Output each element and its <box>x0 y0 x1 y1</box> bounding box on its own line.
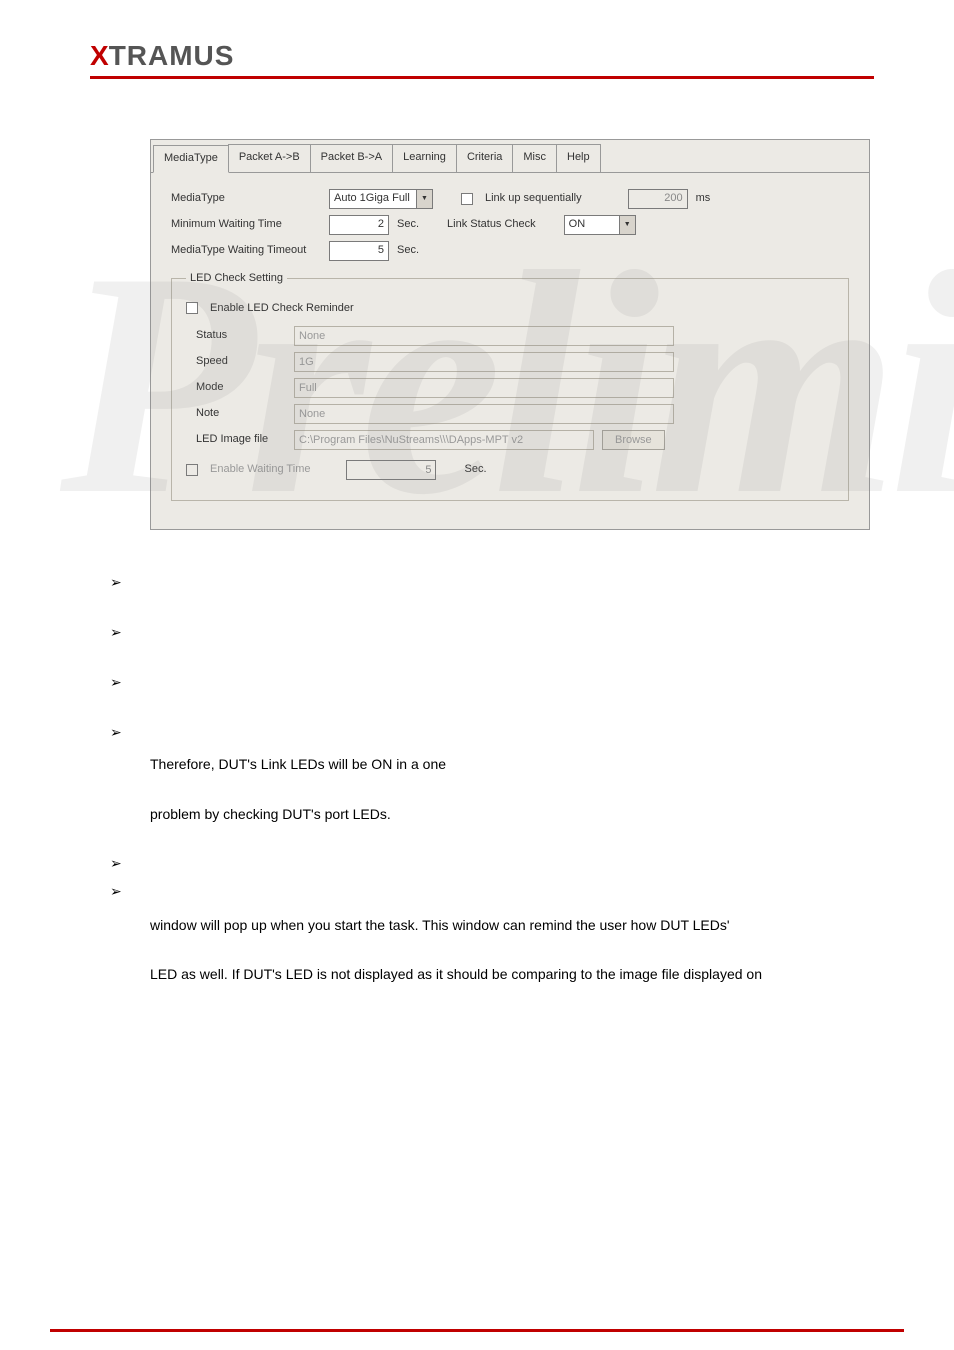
linkup-ms-input[interactable]: 200 <box>628 189 688 209</box>
enable-wait-input[interactable]: 5 <box>346 460 436 480</box>
bullet-icon: ➢ <box>110 570 122 595</box>
enable-led-checkbox[interactable] <box>186 302 198 314</box>
browse-button[interactable]: Browse <box>602 430 665 450</box>
mtwt-label: MediaType Waiting Timeout <box>171 241 321 261</box>
linkup-ms-unit: ms <box>696 189 711 209</box>
chevron-down-icon: ▼ <box>619 216 635 234</box>
mediatype-select[interactable]: Auto 1Giga Full ▼ <box>329 189 433 209</box>
tab-packet-ba[interactable]: Packet B->A <box>310 144 393 172</box>
led-check-group: LED Check Setting Enable LED Check Remin… <box>171 269 849 502</box>
minwait-unit: Sec. <box>397 215 419 235</box>
logo-x: X <box>90 40 109 71</box>
bullet-icon: ➢ <box>110 851 122 876</box>
para-4: LED as well. If DUT's LED is not display… <box>150 962 914 987</box>
status-input[interactable]: None <box>294 326 674 346</box>
bullet-icon: ➢ <box>110 620 122 645</box>
bullet-icon: ➢ <box>110 720 122 745</box>
linkup-label: Link up sequentially <box>485 189 582 209</box>
enable-wait-checkbox[interactable] <box>186 464 198 476</box>
tab-mediatype[interactable]: MediaType <box>153 145 229 173</box>
para-3: window will pop up when you start the ta… <box>150 913 914 938</box>
enable-led-label: Enable LED Check Reminder <box>210 299 354 319</box>
logo-rest: TRAMUS <box>109 40 235 71</box>
footer <box>50 1329 904 1332</box>
speed-input[interactable]: 1G <box>294 352 674 372</box>
mediatype-value: Auto 1Giga Full <box>334 189 416 209</box>
led-group-legend: LED Check Setting <box>186 269 287 289</box>
linkup-checkbox[interactable] <box>461 193 473 205</box>
bullet-icon: ➢ <box>110 879 122 904</box>
footer-rule <box>50 1329 904 1332</box>
bullet-1: ➢ <box>110 570 914 596</box>
bullet-4: ➢ <box>110 720 914 746</box>
mtwt-unit: Sec. <box>397 241 419 261</box>
chevron-down-icon: ▼ <box>416 190 432 208</box>
mediatype-dialog: MediaType Packet A->B Packet B->A Learni… <box>150 139 870 530</box>
mode-label: Mode <box>196 378 286 398</box>
imgfile-input[interactable]: C:\Program Files\NuStreams\\\DApps-MPT v… <box>294 430 594 450</box>
linkstatus-select[interactable]: ON ▼ <box>564 215 636 235</box>
tab-help[interactable]: Help <box>556 144 601 172</box>
status-label: Status <box>196 326 286 346</box>
imgfile-label: LED Image file <box>196 430 286 450</box>
note-input[interactable]: None <box>294 404 674 424</box>
mediatype-label: MediaType <box>171 189 321 209</box>
tab-criteria[interactable]: Criteria <box>456 144 513 172</box>
tab-misc[interactable]: Misc <box>512 144 557 172</box>
linkstatus-value: ON <box>569 215 619 235</box>
minwait-input[interactable]: 2 <box>329 215 389 235</box>
minwait-label: Minimum Waiting Time <box>171 215 321 235</box>
logo: XTRAMUS <box>90 40 914 72</box>
bullet-5: ➢ <box>110 851 914 877</box>
linkstatus-label: Link Status Check <box>447 215 536 235</box>
enable-wait-label: Enable Waiting Time <box>210 460 310 480</box>
para-1: Therefore, DUT's Link LEDs will be ON in… <box>150 752 914 777</box>
logo-rule <box>90 76 874 79</box>
note-label: Note <box>196 404 286 424</box>
mtwt-input[interactable]: 5 <box>329 241 389 261</box>
tab-learning[interactable]: Learning <box>392 144 457 172</box>
speed-label: Speed <box>196 352 286 372</box>
para-2: problem by checking DUT's port LEDs. <box>150 802 914 827</box>
bullet-icon: ➢ <box>110 670 122 695</box>
tab-packet-ab[interactable]: Packet A->B <box>228 144 311 172</box>
bullet-3: ➢ <box>110 670 914 696</box>
tab-bar: MediaType Packet A->B Packet B->A Learni… <box>151 140 869 173</box>
enable-wait-unit: Sec. <box>464 460 486 480</box>
bullet-2: ➢ <box>110 620 914 646</box>
bullet-6: ➢ <box>110 879 914 905</box>
mode-input[interactable]: Full <box>294 378 674 398</box>
